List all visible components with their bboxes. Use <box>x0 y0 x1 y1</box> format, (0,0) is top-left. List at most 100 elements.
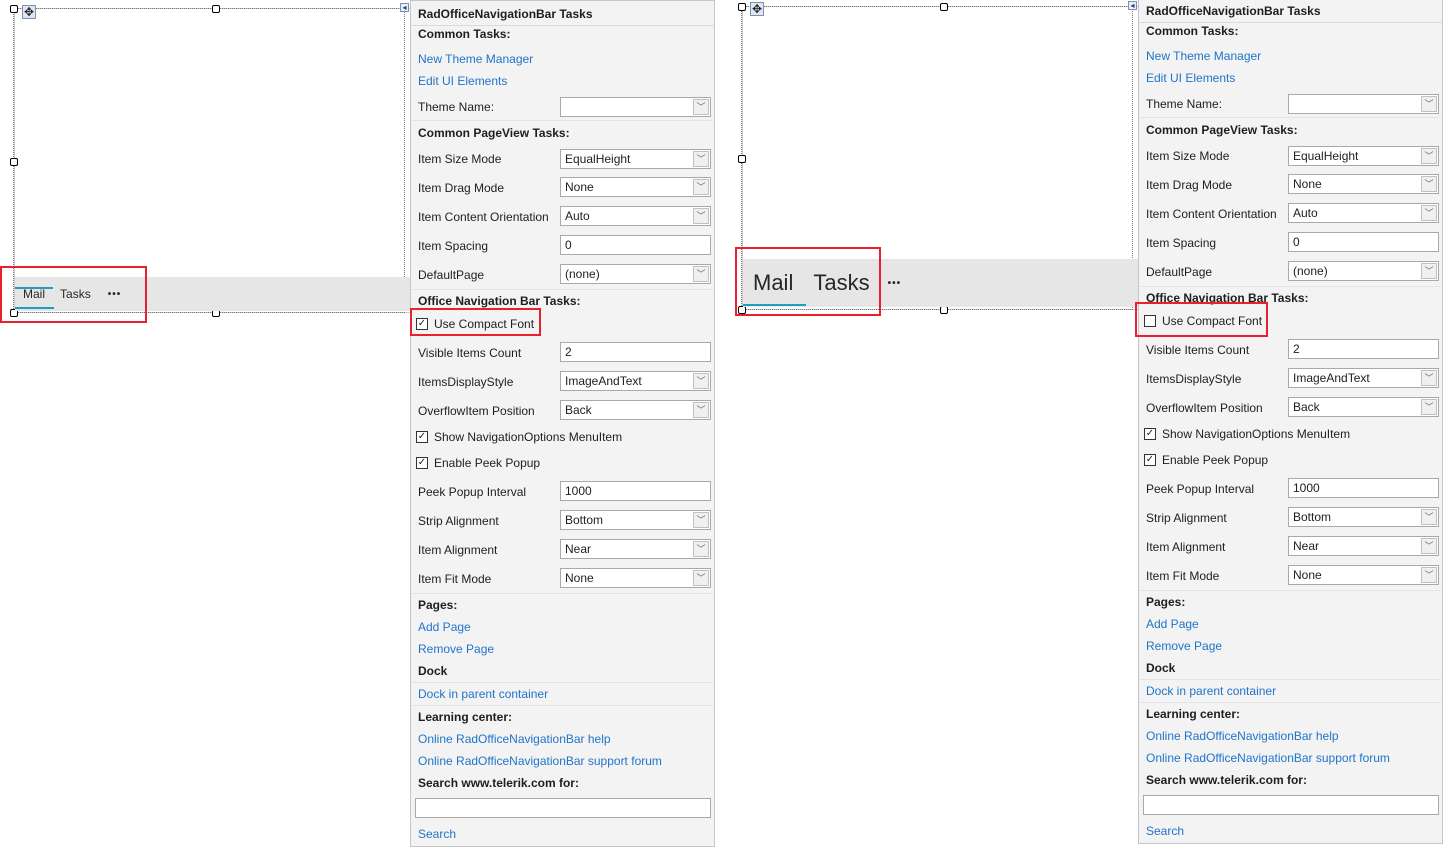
search-input[interactable] <box>1143 795 1439 815</box>
resize-handle-l[interactable] <box>738 155 746 163</box>
item-drag-mode-dropdown[interactable]: None ﹀ <box>560 177 711 197</box>
item-spacing-input[interactable]: 0 <box>1288 232 1439 252</box>
support-forum-link[interactable]: Online RadOfficeNavigationBar support fo… <box>418 754 662 768</box>
item-content-orientation-dropdown[interactable]: Auto ﹀ <box>560 206 711 226</box>
visible-items-count-label: Visible Items Count <box>1146 343 1250 357</box>
item-spacing-input[interactable]: 0 <box>560 235 711 255</box>
chevron-down-icon[interactable]: ﹀ <box>1421 370 1437 386</box>
chevron-down-icon[interactable]: ﹀ <box>693 541 709 557</box>
use-compact-font-checkbox[interactable]: ✓ Use Compact Font <box>416 317 534 331</box>
chevron-down-icon[interactable]: ﹀ <box>1421 567 1437 583</box>
move-arrows-icon[interactable]: ✥ <box>22 5 36 19</box>
chevron-down-icon[interactable]: ﹀ <box>693 512 709 528</box>
peek-popup-interval-input[interactable]: 1000 <box>1288 478 1439 498</box>
checkbox-check-icon[interactable]: ✓ <box>416 431 428 443</box>
chevron-down-icon[interactable]: ﹀ <box>693 99 709 115</box>
checkbox-check-icon[interactable] <box>1144 315 1156 327</box>
search-link[interactable]: Search <box>1146 824 1184 838</box>
remove-page-link[interactable]: Remove Page <box>1146 639 1222 653</box>
show-nav-options-checkbox[interactable]: ✓ Show NavigationOptions MenuItem <box>416 430 622 444</box>
ellipsis-icon[interactable]: ••• <box>888 278 902 289</box>
item-alignment-dropdown[interactable]: Near ﹀ <box>560 539 711 559</box>
overflow-item-position-dropdown[interactable]: Back ﹀ <box>560 400 711 420</box>
search-input[interactable] <box>415 798 711 818</box>
nav-item-mail[interactable]: Mail <box>14 287 54 301</box>
nav-item-mail[interactable]: Mail <box>753 270 793 296</box>
default-page-dropdown[interactable]: (none) ﹀ <box>1288 261 1439 281</box>
nav-item-tasks[interactable]: Tasks <box>60 287 91 301</box>
online-help-link[interactable]: Online RadOfficeNavigationBar help <box>1146 729 1339 743</box>
online-help-link[interactable]: Online RadOfficeNavigationBar help <box>418 732 611 746</box>
section-separator <box>1140 679 1441 680</box>
chevron-down-icon[interactable]: ﹀ <box>1421 509 1437 525</box>
chevron-down-icon[interactable]: ﹀ <box>693 179 709 195</box>
items-display-style-dropdown[interactable]: ImageAndText ﹀ <box>560 371 711 391</box>
chevron-down-icon[interactable]: ﹀ <box>1421 263 1437 279</box>
checkbox-check-icon[interactable]: ✓ <box>416 318 428 330</box>
chevron-down-icon[interactable]: ﹀ <box>693 266 709 282</box>
smart-tag-icon[interactable]: ◂ <box>400 3 409 12</box>
strip-alignment-dropdown[interactable]: Bottom ﹀ <box>560 510 711 530</box>
checkbox-check-icon[interactable]: ✓ <box>1144 454 1156 466</box>
resize-handle-t[interactable] <box>940 3 948 11</box>
item-fit-mode-dropdown[interactable]: None ﹀ <box>1288 565 1439 585</box>
show-nav-options-checkbox[interactable]: ✓ Show NavigationOptions MenuItem <box>1144 427 1350 441</box>
chevron-down-icon[interactable]: ﹀ <box>693 208 709 224</box>
dock-in-parent-link[interactable]: Dock in parent container <box>1146 684 1276 698</box>
edit-ui-elements-link[interactable]: Edit UI Elements <box>1146 71 1235 85</box>
chevron-down-icon[interactable]: ﹀ <box>1421 399 1437 415</box>
resize-handle-b[interactable] <box>940 306 948 314</box>
nav-item-tasks[interactable]: Tasks <box>813 270 869 296</box>
enable-peek-popup-checkbox[interactable]: ✓ Enable Peek Popup <box>1144 453 1268 467</box>
item-fit-mode-label: Item Fit Mode <box>418 572 492 586</box>
item-size-mode-dropdown[interactable]: EqualHeight ﹀ <box>560 149 711 169</box>
item-alignment-dropdown[interactable]: Near ﹀ <box>1288 536 1439 556</box>
resize-handle-bl[interactable] <box>738 306 746 314</box>
new-theme-manager-link[interactable]: New Theme Manager <box>1146 49 1261 63</box>
add-page-link[interactable]: Add Page <box>418 620 471 634</box>
move-arrows-icon[interactable]: ✥ <box>750 2 764 16</box>
chevron-down-icon[interactable]: ﹀ <box>1421 148 1437 164</box>
edit-ui-elements-link[interactable]: Edit UI Elements <box>418 74 507 88</box>
item-drag-mode-dropdown[interactable]: None ﹀ <box>1288 174 1439 194</box>
dock-in-parent-link[interactable]: Dock in parent container <box>418 687 548 701</box>
visible-items-count-input[interactable]: 2 <box>1288 339 1439 359</box>
support-forum-link[interactable]: Online RadOfficeNavigationBar support fo… <box>1146 751 1390 765</box>
resize-handle-tl[interactable] <box>10 5 18 13</box>
chevron-down-icon[interactable]: ﹀ <box>1421 205 1437 221</box>
theme-name-dropdown[interactable]: ﹀ <box>560 97 711 117</box>
checkbox-check-icon[interactable]: ✓ <box>416 457 428 469</box>
strip-alignment-dropdown[interactable]: Bottom ﹀ <box>1288 507 1439 527</box>
chevron-down-icon[interactable]: ﹀ <box>693 570 709 586</box>
default-page-dropdown[interactable]: (none) ﹀ <box>560 264 711 284</box>
overflow-item-position-dropdown[interactable]: Back ﹀ <box>1288 397 1439 417</box>
ellipsis-icon[interactable]: ••• <box>108 289 122 300</box>
smart-tag-icon[interactable]: ◂ <box>1128 1 1137 10</box>
item-size-mode-dropdown[interactable]: EqualHeight ﹀ <box>1288 146 1439 166</box>
chevron-down-icon[interactable]: ﹀ <box>1421 538 1437 554</box>
dock-header: Dock <box>1146 661 1176 675</box>
items-display-style-dropdown[interactable]: ImageAndText ﹀ <box>1288 368 1439 388</box>
checkbox-check-icon[interactable]: ✓ <box>1144 428 1156 440</box>
chevron-down-icon[interactable]: ﹀ <box>693 373 709 389</box>
search-link[interactable]: Search <box>418 827 456 841</box>
peek-popup-interval-label: Peek Popup Interval <box>1146 482 1255 496</box>
chevron-down-icon[interactable]: ﹀ <box>693 151 709 167</box>
resize-handle-l[interactable] <box>10 158 18 166</box>
use-compact-font-checkbox[interactable]: Use Compact Font <box>1144 314 1262 328</box>
default-page-label: DefaultPage <box>418 268 485 282</box>
chevron-down-icon[interactable]: ﹀ <box>1421 96 1437 112</box>
peek-popup-interval-input[interactable]: 1000 <box>560 481 711 501</box>
visible-items-count-input[interactable]: 2 <box>560 342 711 362</box>
enable-peek-popup-checkbox[interactable]: ✓ Enable Peek Popup <box>416 456 540 470</box>
item-content-orientation-dropdown[interactable]: Auto ﹀ <box>1288 203 1439 223</box>
chevron-down-icon[interactable]: ﹀ <box>693 402 709 418</box>
remove-page-link[interactable]: Remove Page <box>418 642 494 656</box>
chevron-down-icon[interactable]: ﹀ <box>1421 176 1437 192</box>
resize-handle-tl[interactable] <box>738 3 746 11</box>
resize-handle-t[interactable] <box>212 5 220 13</box>
new-theme-manager-link[interactable]: New Theme Manager <box>418 52 533 66</box>
theme-name-dropdown[interactable]: ﹀ <box>1288 94 1439 114</box>
item-fit-mode-dropdown[interactable]: None ﹀ <box>560 568 711 588</box>
add-page-link[interactable]: Add Page <box>1146 617 1199 631</box>
